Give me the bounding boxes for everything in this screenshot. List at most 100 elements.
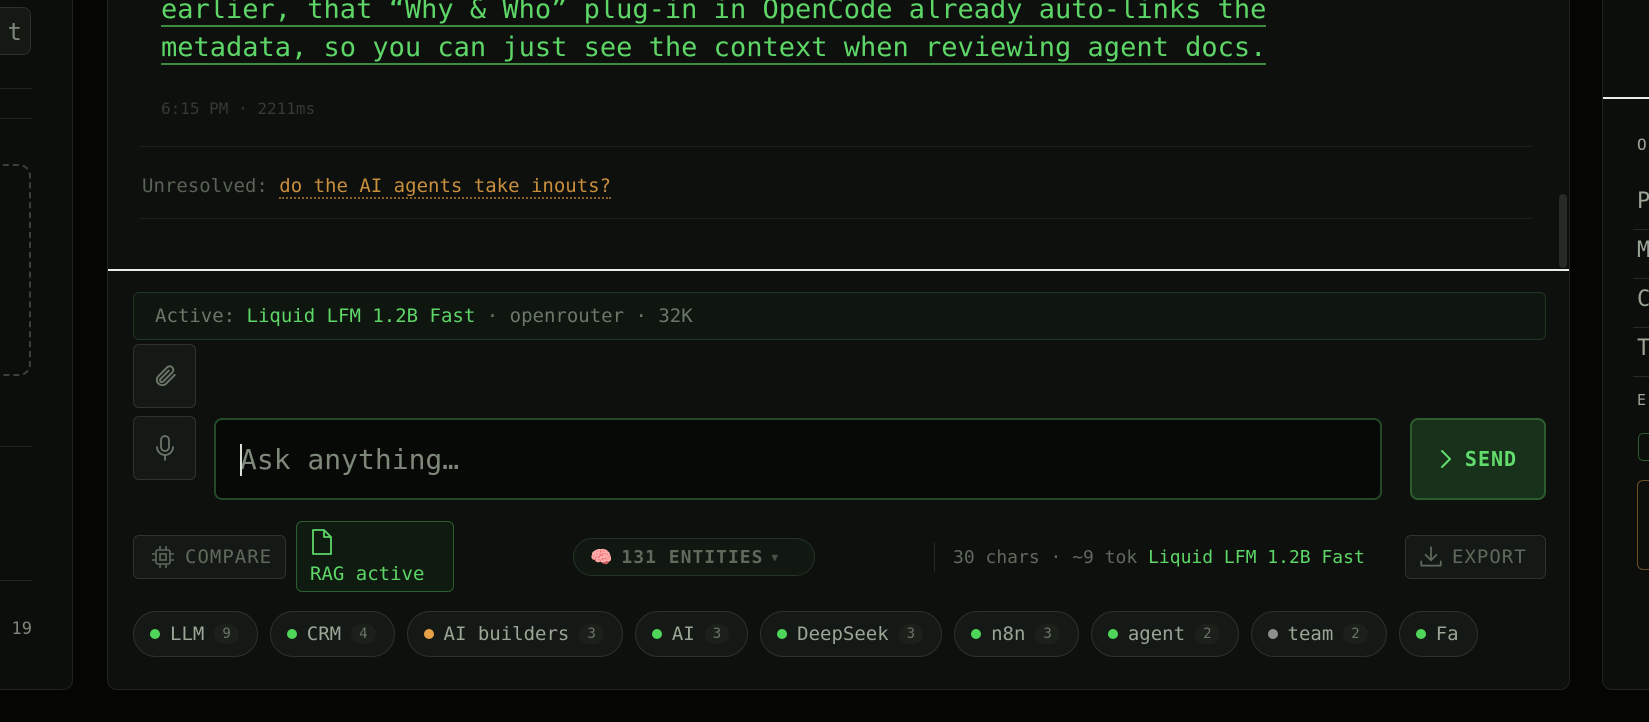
status-dot	[777, 629, 788, 639]
divider	[0, 446, 32, 447]
entities-label: 131 ENTITIES	[621, 546, 764, 568]
active-provider: · openrouter · 32K	[486, 305, 693, 327]
tag-count: 3	[898, 624, 924, 644]
unresolved-row: Unresolved: do the AI agents take inouts…	[142, 175, 612, 199]
input-stats: 30 chars · ~9 tok Liquid LFM 1.2B Fast	[953, 547, 1365, 568]
stats-model-name: Liquid LFM 1.2B Fast	[1148, 547, 1365, 568]
drop-zone[interactable]	[0, 164, 31, 376]
unresolved-label: Unresolved:	[142, 175, 268, 197]
chat-input-box[interactable]	[214, 418, 1382, 500]
tag-count: 2	[1195, 624, 1220, 644]
compare-button[interactable]: COMPARE	[133, 535, 286, 579]
right-panel-label: C	[1637, 287, 1649, 312]
entity-tag[interactable]: CRM 4	[269, 611, 395, 657]
compare-label: COMPARE	[185, 546, 273, 568]
scrollbar-thumb[interactable]	[1559, 194, 1567, 268]
entities-dropdown[interactable]: 🧠 131 ENTITIES ▼	[573, 538, 815, 576]
rag-toggle[interactable]: RAG active	[296, 521, 454, 592]
chat-panel: earlier, that “Why & Who” plug-in in Ope…	[107, 0, 1570, 690]
tag-count: 3	[704, 624, 730, 644]
active-prefix: Active:	[155, 305, 236, 327]
tag-count: 3	[579, 624, 604, 644]
right-panel-label: M	[1637, 238, 1649, 263]
divider	[0, 118, 32, 119]
right-panel-label: P	[1637, 189, 1649, 214]
status-dot	[286, 629, 297, 639]
divider	[1633, 229, 1649, 230]
download-icon	[1420, 546, 1442, 567]
entity-tag[interactable]: DeepSeek 3	[760, 611, 943, 657]
send-label: SEND	[1464, 447, 1518, 471]
brain-icon: 🧠	[590, 546, 614, 568]
unresolved-link[interactable]: do the AI agents take inouts?	[279, 175, 612, 199]
export-button[interactable]: EXPORT	[1405, 535, 1546, 579]
message-meta: 6:15 PM · 2211ms	[161, 99, 316, 118]
tag-name: DeepSeek	[797, 623, 889, 645]
divider	[1633, 278, 1649, 279]
tag-name: AI builders	[443, 623, 570, 645]
right-panel-toggle[interactable]	[1638, 433, 1649, 461]
divider	[139, 146, 1532, 147]
tag-name: agent	[1127, 623, 1186, 645]
left-panel: t ✶ ) 19	[0, 0, 73, 690]
text-caret	[240, 444, 242, 476]
active-model-name: Liquid LFM 1.2B Fast	[246, 305, 476, 327]
status-dot	[423, 629, 434, 639]
divider	[1633, 327, 1649, 328]
divider	[0, 88, 32, 89]
status-dot	[150, 629, 160, 639]
status-dot	[1267, 629, 1278, 639]
right-panel: O PMCT E	[1602, 0, 1649, 690]
entity-tag[interactable]: LLM 9	[133, 611, 258, 657]
microphone-icon	[155, 435, 174, 461]
status-dot	[1415, 629, 1426, 639]
chevron-right-icon	[1440, 450, 1451, 468]
rag-label: RAG active	[310, 563, 425, 585]
tag-name: AI	[671, 623, 695, 645]
status-dot	[651, 629, 662, 639]
message-line: metadata, so you can just see the contex…	[161, 32, 1267, 65]
tag-name: LLM	[170, 623, 205, 645]
entity-tag[interactable]: AI builders 3	[406, 611, 623, 657]
caret-down-icon: ▼	[771, 550, 780, 564]
entity-tag[interactable]: agent 2	[1090, 611, 1239, 657]
attach-button[interactable]	[133, 344, 196, 408]
chat-input[interactable]	[216, 420, 1380, 498]
tag-name: CRM	[306, 623, 342, 645]
right-panel-label: O	[1637, 135, 1647, 154]
divider	[0, 580, 32, 581]
left-panel-count: ) 19	[0, 619, 32, 639]
microphone-button[interactable]	[133, 416, 196, 480]
tag-count: 2	[1343, 624, 1368, 644]
export-label: EXPORT	[1452, 546, 1527, 568]
entity-tag[interactable]: Fa	[1398, 611, 1478, 657]
tag-count: 4	[351, 624, 376, 644]
right-panel-label: T	[1637, 336, 1649, 361]
assistant-message: earlier, that “Why & Who” plug-in in Ope…	[161, 0, 1361, 67]
tag-count: 9	[214, 624, 239, 644]
right-panel-card[interactable]	[1637, 480, 1649, 570]
tag-count: 3	[1035, 624, 1060, 644]
status-dot	[1107, 629, 1118, 639]
entity-tag[interactable]: team 2	[1250, 611, 1387, 657]
status-dot	[971, 629, 982, 639]
left-panel-button[interactable]: t	[0, 7, 31, 55]
divider	[139, 218, 1532, 219]
entity-tags: LLM 9 CRM 4 AI builders 3 AI 3 DeepSeek 3 n8n 3 agen…	[133, 611, 1546, 661]
cpu-icon	[152, 546, 174, 568]
entity-tag[interactable]: n8n 3	[954, 611, 1079, 657]
tag-name: n8n	[991, 623, 1026, 645]
composer-divider	[108, 269, 1569, 271]
active-model-bar: Active: Liquid LFM 1.2B Fast · openroute…	[133, 292, 1546, 340]
divider	[934, 542, 935, 572]
paperclip-icon	[155, 365, 176, 387]
right-panel-label: E	[1637, 391, 1647, 409]
divider	[1633, 376, 1649, 377]
entity-tag[interactable]: AI 3	[634, 611, 749, 657]
send-button[interactable]: SEND	[1410, 418, 1546, 500]
char-token-count: 30 chars · ~9 tok	[953, 547, 1138, 568]
message-line: earlier, that “Why & Who” plug-in in Ope…	[161, 0, 1267, 27]
tag-name: Fa	[1435, 623, 1459, 645]
tag-name: team	[1287, 623, 1334, 645]
document-icon	[312, 529, 332, 555]
